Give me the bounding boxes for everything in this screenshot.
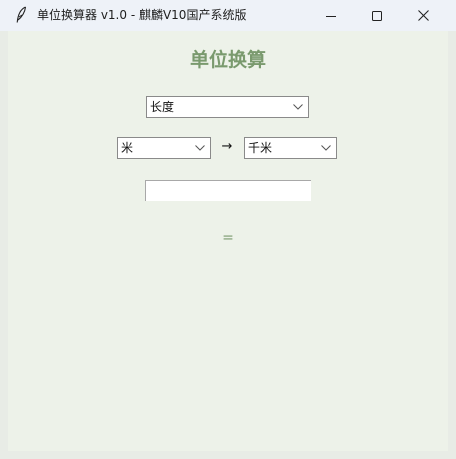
app-window: 单位换算器 v1.0 - 麒麟V10国产系统版 单位换算 长度 米 → 千米 = (0, 0, 456, 459)
to-unit-select[interactable]: 千米 (244, 137, 337, 159)
chevron-down-icon (321, 145, 331, 151)
conversion-arrow: → (221, 139, 233, 154)
maximize-button[interactable] (354, 0, 400, 31)
feather-icon (15, 6, 27, 24)
chevron-down-icon (195, 145, 205, 151)
to-unit-select-value: 千米 (248, 141, 273, 155)
title-bar[interactable]: 单位换算器 v1.0 - 麒麟V10国产系统版 (0, 0, 456, 31)
category-select-value: 长度 (150, 100, 175, 114)
from-unit-select-value: 米 (121, 141, 134, 155)
category-select[interactable]: 长度 (146, 96, 309, 118)
close-button[interactable] (400, 0, 446, 31)
minimize-icon (326, 11, 336, 21)
chevron-down-icon (293, 104, 303, 110)
maximize-icon (372, 10, 382, 21)
value-input[interactable] (145, 180, 311, 201)
from-unit-select[interactable]: 米 (117, 137, 211, 159)
close-icon (417, 10, 429, 21)
minimize-button[interactable] (308, 0, 354, 31)
page-title: 单位换算 (189, 49, 266, 71)
result-text: = (222, 230, 234, 246)
window-title: 单位换算器 v1.0 - 麒麟V10国产系统版 (37, 8, 247, 22)
